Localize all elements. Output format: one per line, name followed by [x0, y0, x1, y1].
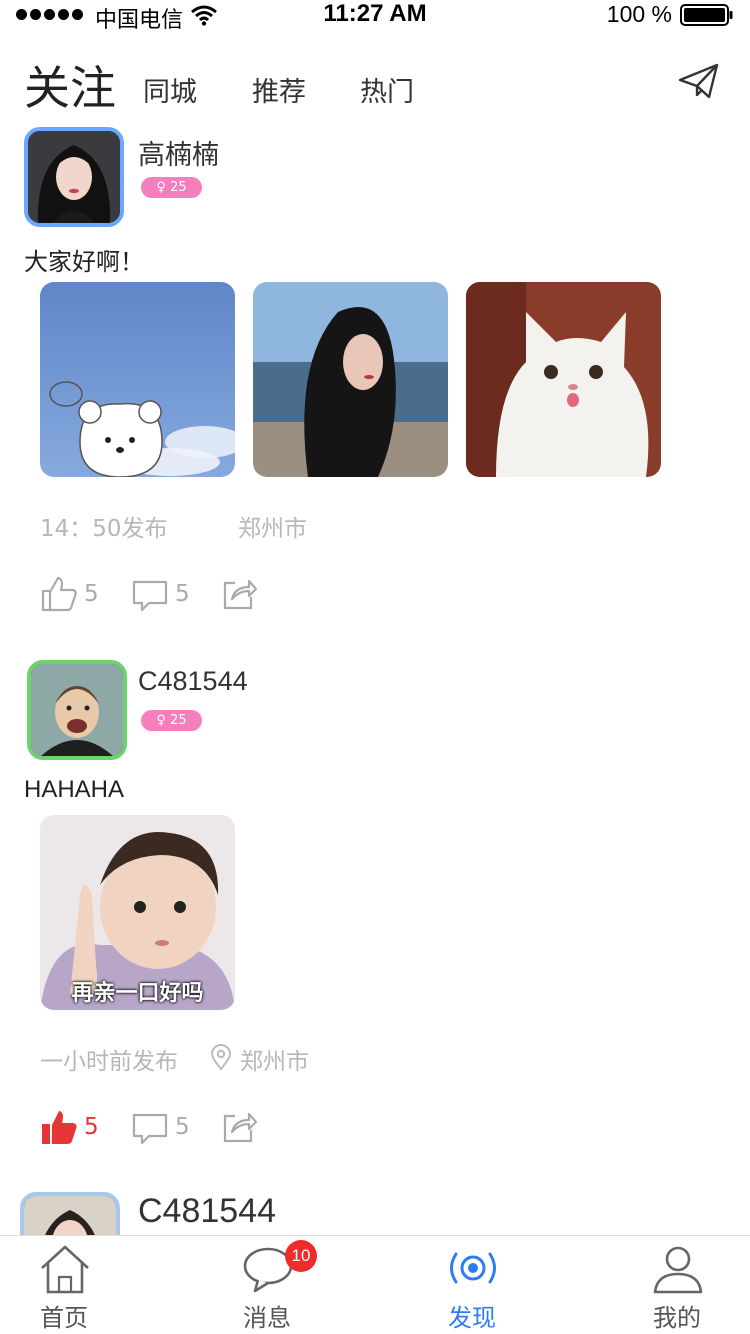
post-image-white-cat[interactable] — [466, 282, 661, 477]
battery-percent: 100 % — [606, 1, 672, 27]
like-button[interactable]: 5 — [40, 1108, 99, 1148]
post-text: HAHAHA — [24, 776, 125, 803]
comment-icon — [132, 1113, 168, 1145]
post-images — [40, 282, 661, 477]
tab-following[interactable]: 关注 — [24, 52, 116, 118]
comment-icon — [132, 580, 168, 612]
share-button[interactable] — [221, 1108, 258, 1148]
tab-home[interactable]: 首页 — [4, 1236, 124, 1334]
share-icon — [223, 579, 258, 610]
tab-messages[interactable]: 10 消息 — [207, 1236, 327, 1334]
post-image-baby[interactable]: 再亲一口好吗 — [40, 815, 235, 1010]
avatar[interactable] — [24, 127, 124, 227]
paper-plane-icon[interactable] — [678, 62, 720, 100]
comment-count: 5 — [175, 1114, 190, 1140]
comment-count: 5 — [175, 581, 190, 607]
age-value: 25 — [170, 180, 187, 195]
username[interactable]: 高楠楠 — [138, 133, 219, 172]
tab-label: 发现 — [448, 1304, 496, 1332]
share-icon — [223, 1112, 258, 1143]
feed-post: C481544 ♀ 25 HAHAHA 再亲一口好吗 一小时前发布 郑州市 5 … — [0, 660, 750, 1170]
comment-button[interactable]: 5 — [131, 1108, 190, 1148]
avatar[interactable] — [20, 1192, 120, 1235]
avatar[interactable] — [27, 660, 127, 760]
top-tab-bar: 关注 同城 推荐 热门 — [0, 40, 750, 120]
tab-same-city[interactable]: 同城 — [143, 70, 197, 109]
tab-label: 我的 — [653, 1304, 701, 1332]
like-count: 5 — [84, 581, 99, 607]
post-location: 郑州市 — [240, 1049, 309, 1075]
share-button[interactable] — [221, 575, 258, 615]
gender-age-badge: ♀ 25 — [141, 177, 202, 198]
post-images: 再亲一口好吗 — [40, 815, 235, 1010]
thumbs-up-icon — [41, 576, 77, 612]
post-time: 一小时前发布 — [40, 1049, 178, 1075]
image-caption: 再亲一口好吗 — [71, 981, 204, 1006]
feed-post: C481544 — [0, 1192, 750, 1235]
like-count: 5 — [84, 1114, 99, 1140]
post-location: 郑州市 — [238, 516, 307, 542]
post-image-girl-sea[interactable] — [253, 282, 448, 477]
location-pin-icon — [210, 1044, 232, 1070]
tab-label: 首页 — [40, 1304, 88, 1332]
bottom-tab-bar: 首页 10 消息 发现 我的 — [0, 1235, 750, 1334]
battery-icon — [680, 4, 733, 26]
tab-me[interactable]: 我的 — [617, 1236, 737, 1334]
post-image-bear-sky[interactable] — [40, 282, 235, 477]
post-meta: 14：50发布 郑州市 — [40, 509, 307, 543]
broadcast-icon — [450, 1252, 496, 1284]
username[interactable]: C481544 — [138, 666, 248, 697]
gender-age-badge: ♀ 25 — [141, 710, 202, 731]
comment-button[interactable]: 5 — [131, 575, 190, 615]
tab-label: 消息 — [243, 1304, 291, 1332]
feed-post: 高楠楠 ♀ 25 大家好啊！ 14：50发布 郑州市 5 5 — [0, 127, 750, 627]
post-meta: 一小时前发布 郑州市 — [40, 1042, 309, 1076]
like-button[interactable]: 5 — [40, 575, 99, 615]
person-icon — [653, 1246, 703, 1294]
female-icon: ♀ — [156, 713, 166, 728]
age-value: 25 — [170, 713, 187, 728]
tab-recommended[interactable]: 推荐 — [252, 70, 306, 109]
post-text: 大家好啊！ — [24, 248, 144, 276]
status-bar: 中国电信 11:27 AM 100 % — [0, 0, 750, 33]
post-time: 14：50发布 — [40, 516, 168, 542]
home-icon — [41, 1245, 89, 1294]
female-icon: ♀ — [156, 180, 166, 195]
tab-hot[interactable]: 热门 — [360, 70, 414, 109]
tab-discover[interactable]: 发现 — [412, 1236, 532, 1334]
thumbs-up-filled-icon — [42, 1111, 77, 1144]
username[interactable]: C481544 — [138, 1192, 276, 1231]
notification-badge: 10 — [285, 1240, 317, 1272]
